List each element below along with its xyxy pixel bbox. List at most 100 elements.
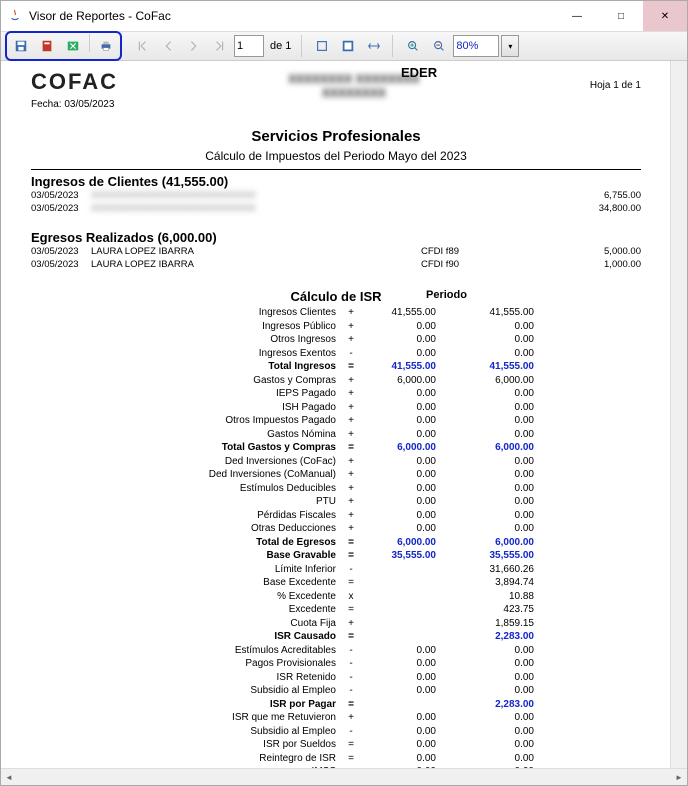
isr-op: + (344, 374, 358, 388)
isr-value-2: 0.00 (436, 387, 534, 401)
isr-value-2: 0.00 (436, 495, 534, 509)
page-scroll[interactable]: EDER COFAC Fecha: 03/05/2023 XXXXXXXX XX… (1, 61, 687, 768)
isr-label: Reintegro de ISR (31, 752, 344, 766)
isr-row: Subsidio al Empleo-0.000.00 (31, 684, 641, 698)
isr-label: Pagos Provisionales (31, 657, 344, 671)
isr-value-2: 0.00 (436, 738, 534, 752)
isr-label: Total Gastos y Compras (31, 441, 344, 455)
isr-row: Ingresos Público+0.000.00 (31, 320, 641, 334)
isr-value-1: 0.00 (358, 509, 436, 523)
prev-page-icon[interactable] (156, 34, 180, 58)
row-date: 03/05/2023 (31, 189, 91, 202)
isr-value-2: 0.00 (436, 509, 534, 523)
isr-label: Ded Inversiones (CoFac) (31, 455, 344, 469)
isr-op: - (344, 563, 358, 577)
next-page-icon[interactable] (182, 34, 206, 58)
egresos-row: 03/05/2023LAURA LOPEZ IBARRACFDI f901,00… (31, 258, 641, 271)
isr-row: Otros Ingresos+0.000.00 (31, 333, 641, 347)
last-page-icon[interactable] (208, 34, 232, 58)
row-date: 03/05/2023 (31, 258, 91, 271)
isr-value-1: 41,555.00 (358, 360, 436, 374)
isr-label: ISR por Pagar (31, 698, 344, 712)
viewport: EDER COFAC Fecha: 03/05/2023 XXXXXXXX XX… (1, 61, 687, 785)
isr-value-2: 0.00 (436, 455, 534, 469)
row-desc: LAURA LOPEZ IBARRA (91, 258, 421, 271)
isr-value-2: 0.00 (436, 671, 534, 685)
isr-row: Gastos Nómina+0.000.00 (31, 428, 641, 442)
isr-label: Estímulos Deducibles (31, 482, 344, 496)
isr-value-2: 0.00 (436, 657, 534, 671)
isr-row: Pagos Provisionales-0.000.00 (31, 657, 641, 671)
isr-value-2: 0.00 (436, 333, 534, 347)
isr-value-1: 35,555.00 (358, 549, 436, 563)
isr-value-2: 0.00 (436, 468, 534, 482)
isr-op: = (344, 536, 358, 550)
isr-op: = (344, 752, 358, 766)
isr-label: ISR Causado (31, 630, 344, 644)
isr-label: Ingresos Público (31, 320, 344, 334)
isr-value-1: 0.00 (358, 522, 436, 536)
excel-icon[interactable] (61, 34, 85, 58)
isr-value-2: 2,283.00 (436, 698, 534, 712)
zoom-input[interactable] (453, 35, 499, 57)
periodo-label: Periodo (426, 289, 467, 301)
isr-row: ISR que me Retuvieron+0.000.00 (31, 711, 641, 725)
isr-row: Ingresos Exentos-0.000.00 (31, 347, 641, 361)
actual-size-icon[interactable] (310, 34, 334, 58)
isr-op: = (344, 603, 358, 617)
isr-value-1: 0.00 (358, 482, 436, 496)
zoom-out-icon[interactable] (427, 34, 451, 58)
isr-op: = (344, 549, 358, 563)
maximize-button[interactable]: □ (599, 1, 643, 31)
isr-row: Estímulos Acreditables-0.000.00 (31, 644, 641, 658)
horizontal-scrollbar[interactable]: ◄ ► (1, 768, 687, 785)
isr-row: ISR por Pagar=2,283.00 (31, 698, 641, 712)
isr-value-1: 0.00 (358, 428, 436, 442)
isr-op: + (344, 401, 358, 415)
isr-label: ISR que me Retuvieron (31, 711, 344, 725)
page-number-input[interactable] (234, 35, 264, 57)
window-title: Visor de Reportes - CoFac (29, 9, 555, 23)
isr-row: Subsidio al Empleo-0.000.00 (31, 725, 641, 739)
isr-value-2: 6,000.00 (436, 374, 534, 388)
isr-label: Límite Inferior (31, 563, 344, 577)
isr-value-1: 41,555.00 (358, 306, 436, 320)
isr-row: Estímulos Deducibles+0.000.00 (31, 482, 641, 496)
first-page-icon[interactable] (130, 34, 154, 58)
isr-value-1 (358, 590, 436, 604)
isr-value-1: 0.00 (358, 455, 436, 469)
isr-op: - (344, 725, 358, 739)
isr-label: Gastos y Compras (31, 374, 344, 388)
isr-value-1: 0.00 (358, 347, 436, 361)
print-icon[interactable] (94, 34, 118, 58)
zoom-dropdown-icon[interactable]: ▾ (501, 35, 519, 57)
minimize-button[interactable]: — (555, 1, 599, 31)
titlebar: Visor de Reportes - CoFac — □ ✕ (1, 1, 687, 32)
isr-op: + (344, 482, 358, 496)
isr-op: - (344, 644, 358, 658)
isr-value-2: 0.00 (436, 752, 534, 766)
isr-label: Ded Inversiones (CoManual) (31, 468, 344, 482)
zoom-in-icon[interactable] (401, 34, 425, 58)
scroll-left-icon[interactable]: ◄ (1, 769, 17, 785)
isr-label: Base Excedente (31, 576, 344, 590)
pdf-icon[interactable] (35, 34, 59, 58)
report-date: Fecha: 03/05/2023 (31, 99, 118, 110)
isr-value-1 (358, 630, 436, 644)
fit-width-icon[interactable] (362, 34, 386, 58)
isr-row: Base Excedente=3,894.74 (31, 576, 641, 590)
isr-title: Cálculo de ISR Periodo (31, 289, 641, 304)
scroll-right-icon[interactable]: ► (671, 769, 687, 785)
isr-op: = (344, 360, 358, 374)
isr-row: Base Gravable=35,555.0035,555.00 (31, 549, 641, 563)
isr-value-1: 0.00 (358, 752, 436, 766)
isr-value-2: 423.75 (436, 603, 534, 617)
egresos-row: 03/05/2023LAURA LOPEZ IBARRACFDI f895,00… (31, 245, 641, 258)
fit-page-icon[interactable] (336, 34, 360, 58)
isr-row: Reintegro de ISR=0.000.00 (31, 752, 641, 766)
close-button[interactable]: ✕ (643, 1, 687, 31)
isr-value-1 (358, 698, 436, 712)
report-title: Servicios Profesionales (31, 128, 641, 145)
isr-row: Total Gastos y Compras=6,000.006,000.00 (31, 441, 641, 455)
save-icon[interactable] (9, 34, 33, 58)
